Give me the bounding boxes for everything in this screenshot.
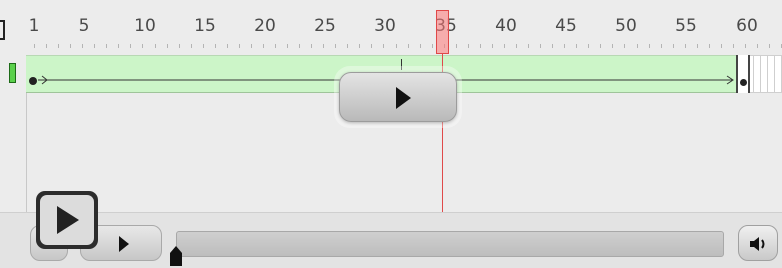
ruler-minor-tick	[34, 44, 35, 48]
ruler-minor-tick	[612, 44, 614, 48]
center-play-face[interactable]	[339, 72, 457, 122]
ruler-minor-tick	[202, 44, 204, 48]
ruler-minor-tick	[419, 44, 421, 48]
ruler-minor-tick	[287, 44, 289, 48]
frame-label: 40	[495, 16, 517, 36]
ruler-minor-tick	[335, 44, 337, 48]
ruler-minor-tick	[696, 44, 698, 48]
ruler-minor-tick	[624, 44, 626, 48]
ruler-minor-tick	[564, 44, 566, 48]
frame-label: 30	[374, 16, 396, 36]
ruler-minor-tick	[178, 44, 180, 48]
ruler-minor-tick	[479, 44, 481, 48]
ruler-minor-tick	[347, 44, 349, 48]
ruler-minor-tick	[118, 44, 120, 48]
ruler-minor-tick	[106, 44, 108, 48]
ruler-minor-tick	[491, 44, 493, 48]
ruler-minor-tick	[757, 44, 758, 48]
frame-label: 55	[675, 16, 697, 36]
ruler-minor-tick	[46, 44, 48, 48]
ruler-minor-tick	[214, 44, 216, 48]
ruler-minor-tick	[467, 44, 469, 48]
corner-play-face[interactable]	[40, 195, 94, 245]
play-icon	[396, 87, 411, 109]
ruler-minor-tick	[744, 44, 746, 48]
frame-label: 50	[615, 16, 637, 36]
ruler-minor-tick	[769, 44, 771, 48]
ruler-minor-tick	[395, 44, 397, 48]
frame-label: 45	[555, 16, 577, 36]
corner-play-button[interactable]	[36, 191, 98, 249]
ruler-minor-tick	[588, 44, 590, 48]
frame-ruler[interactable]: 1 5 10 15 20 25 30 35 40 45 50 55 60	[0, 0, 782, 55]
ruler-minor-tick	[516, 44, 517, 48]
ruler-minor-tick	[576, 44, 578, 48]
play-icon	[119, 236, 129, 252]
ruler-minor-tick	[552, 44, 554, 48]
ruler-minor-tick	[226, 44, 228, 48]
ruler-minor-tick	[528, 44, 530, 48]
playback-controls	[0, 212, 782, 268]
ruler-minor-tick	[130, 44, 132, 48]
ruler-minor-tick	[262, 44, 264, 48]
ruler-minor-tick	[154, 44, 156, 48]
ruler-minor-tick	[600, 44, 602, 48]
ruler-bracket-icon	[0, 20, 5, 40]
center-play-button[interactable]	[334, 66, 462, 128]
ruler-minor-tick	[58, 44, 60, 48]
ruler-minor-tick	[275, 44, 276, 48]
frame-label: 15	[194, 16, 216, 36]
ruler-minor-tick	[371, 44, 373, 48]
layer-color-marker[interactable]	[9, 63, 16, 83]
ruler-minor-tick	[636, 44, 638, 48]
ruler-minor-tick	[299, 44, 301, 48]
ruler-minor-tick	[720, 44, 722, 48]
ruler-minor-tick	[82, 44, 84, 48]
ruler-minor-tick	[94, 44, 96, 48]
playhead-handle[interactable]	[436, 10, 449, 54]
play-icon	[57, 206, 79, 234]
ruler-minor-tick	[250, 44, 252, 48]
frame-label: 25	[314, 16, 336, 36]
ruler-minor-tick	[166, 44, 168, 48]
keyframe-dot-icon	[740, 79, 747, 86]
ruler-minor-tick	[238, 44, 240, 48]
ruler-minor-tick	[540, 44, 542, 48]
ruler-minor-tick	[407, 44, 409, 48]
ruler-minor-tick	[70, 44, 72, 48]
ruler-minor-tick	[660, 44, 662, 48]
ruler-minor-tick	[142, 44, 144, 48]
seek-bar[interactable]	[176, 231, 724, 257]
start-keyframe[interactable]	[29, 77, 37, 85]
ruler-minor-tick	[732, 44, 734, 48]
frame-label: 10	[134, 16, 156, 36]
ruler-minor-tick	[684, 44, 686, 48]
ruler-minor-tick	[383, 44, 385, 48]
ruler-minor-tick	[311, 44, 313, 48]
ruler-minor-tick	[503, 44, 505, 48]
ruler-minor-tick	[455, 44, 457, 48]
frame-label: 20	[254, 16, 276, 36]
speaker-icon	[750, 237, 765, 251]
frame-label: 60	[736, 16, 758, 36]
ruler-minor-tick	[648, 44, 650, 48]
ruler-minor-tick	[190, 44, 192, 48]
ruler-minor-tick	[323, 44, 325, 48]
mute-button[interactable]	[738, 225, 778, 261]
end-keyframe[interactable]	[736, 55, 750, 93]
timeline-player: 1 5 10 15 20 25 30 35 40 45 50 55 60	[0, 0, 782, 268]
ruler-minor-tick	[359, 44, 361, 48]
ruler-minor-tick	[708, 44, 710, 48]
frame-label: 1	[28, 16, 40, 36]
ruler-minor-tick	[672, 44, 674, 48]
frame-label: 5	[78, 16, 90, 36]
seek-thumb[interactable]	[170, 246, 182, 266]
ruler-minor-tick	[431, 44, 433, 48]
